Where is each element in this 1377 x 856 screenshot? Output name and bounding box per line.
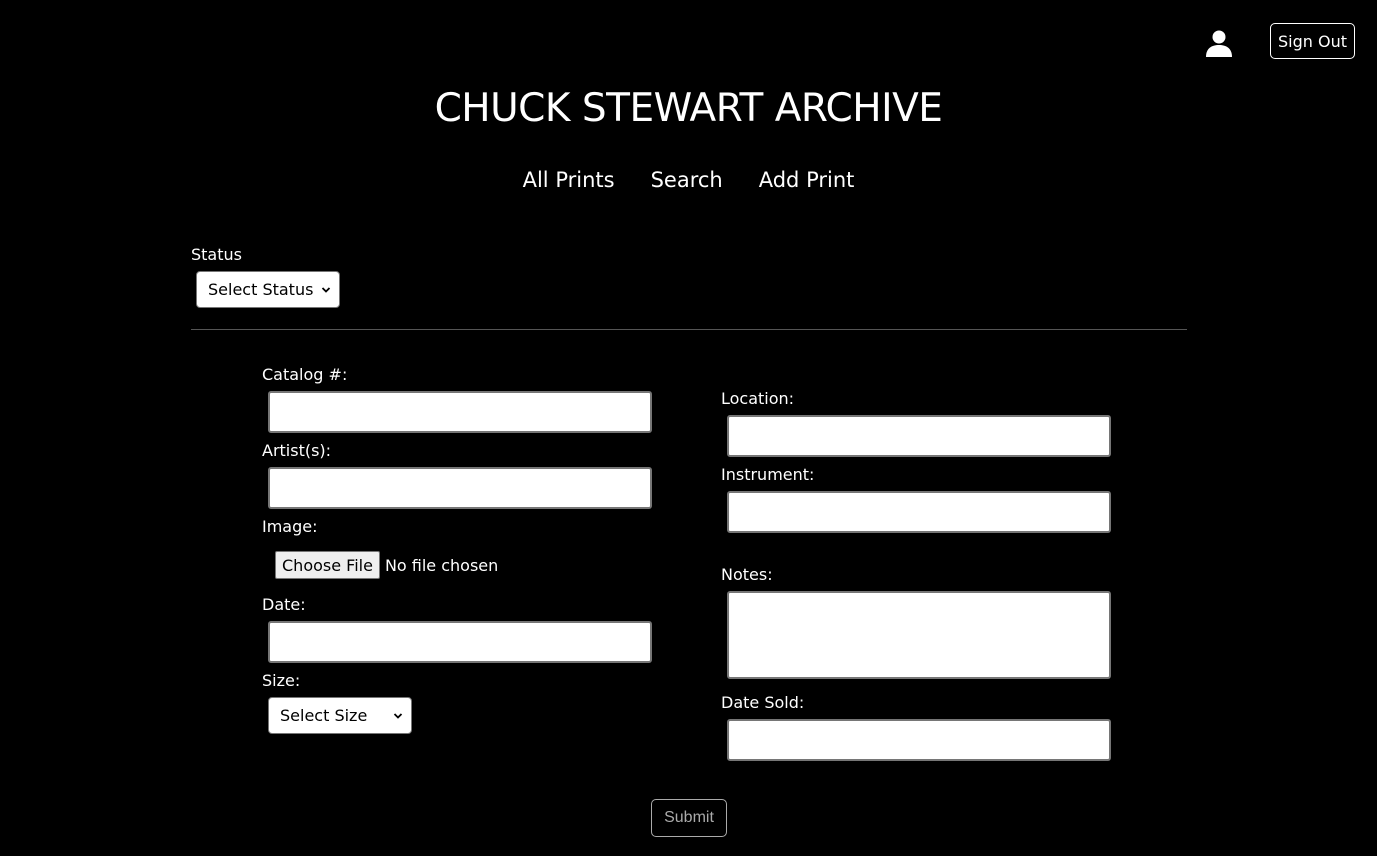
- size-select[interactable]: Select Size: [268, 697, 412, 734]
- date-label: Date:: [262, 595, 306, 614]
- chevron-down-icon: [321, 286, 331, 293]
- notes-textarea[interactable]: [727, 591, 1111, 679]
- catalog-input[interactable]: [268, 391, 652, 433]
- artists-label: Artist(s):: [262, 441, 332, 460]
- location-label: Location:: [721, 389, 795, 408]
- location-input[interactable]: [727, 415, 1111, 457]
- nav-search[interactable]: Search: [651, 168, 723, 192]
- date-sold-label: Date Sold:: [721, 693, 805, 712]
- status-select[interactable]: Select Status: [196, 271, 340, 308]
- sign-out-button[interactable]: Sign Out: [1270, 23, 1355, 59]
- size-label: Size:: [262, 671, 301, 690]
- image-file-input: Choose File No file chosen: [275, 551, 498, 579]
- size-select-value: Select Size: [280, 706, 368, 725]
- divider: [191, 329, 1187, 330]
- artists-input[interactable]: [268, 467, 652, 509]
- chevron-down-icon: [393, 712, 403, 719]
- nav-add-print[interactable]: Add Print: [759, 168, 855, 192]
- date-input[interactable]: [268, 621, 652, 663]
- page: Sign Out CHUCK STEWART ARCHIVE All Print…: [0, 0, 1377, 856]
- image-label: Image:: [262, 517, 318, 536]
- choose-file-button[interactable]: Choose File: [275, 551, 380, 579]
- catalog-label: Catalog #:: [262, 365, 348, 384]
- nav-all-prints[interactable]: All Prints: [523, 168, 615, 192]
- status-select-value: Select Status: [208, 280, 314, 299]
- status-label: Status: [191, 245, 242, 264]
- submit-button[interactable]: Submit: [651, 799, 727, 837]
- notes-label: Notes:: [721, 565, 773, 584]
- file-status-text: No file chosen: [384, 555, 499, 575]
- user-icon[interactable]: [1205, 29, 1233, 57]
- site-title: CHUCK STEWART ARCHIVE: [434, 86, 943, 131]
- date-sold-input[interactable]: [727, 719, 1111, 761]
- instrument-label: Instrument:: [721, 465, 815, 484]
- main-nav: All Prints Search Add Print: [0, 168, 1377, 192]
- instrument-input[interactable]: [727, 491, 1111, 533]
